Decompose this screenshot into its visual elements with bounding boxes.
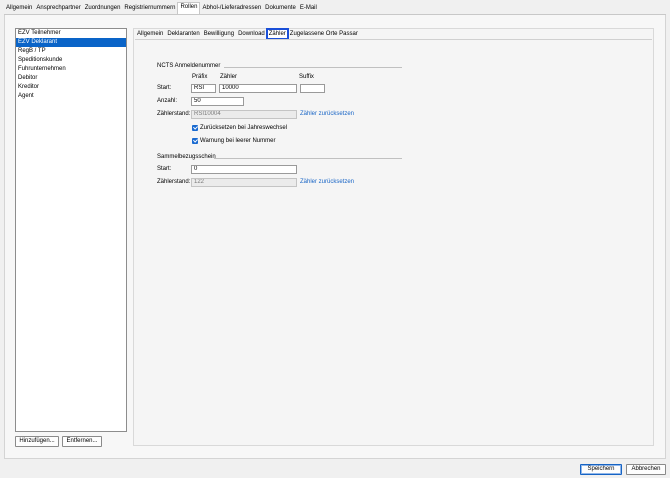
save-button[interactable]: Speichern — [580, 464, 622, 475]
cancel-button[interactable]: Abbrechen — [626, 464, 666, 475]
subtab-zaehler[interactable]: Zähler — [266, 29, 288, 39]
tab-rollen[interactable]: Rollen — [177, 2, 201, 14]
ncts-start-label: Start: — [157, 85, 172, 91]
tab-email[interactable]: E-Mail — [298, 3, 319, 14]
tab-allgemein[interactable]: Allgemein — [4, 3, 34, 14]
ncts-group-divider — [224, 67, 402, 68]
role-item-kreditor[interactable]: Kreditor — [16, 83, 126, 92]
subtab-divider — [135, 39, 652, 40]
tab-zuordnungen[interactable]: Zuordnungen — [83, 3, 123, 14]
reset-yearly-label: Zurücksetzen bei Jahreswechsel — [200, 125, 288, 131]
sammel-group-title: Sammelbezugsschein — [157, 154, 216, 160]
top-tab-bar: Allgemein Ansprechpartner Zuordnungen Re… — [4, 2, 319, 14]
ncts-counter-input[interactable]: 10000 — [219, 84, 297, 93]
checkbox-checked-icon — [192, 138, 198, 144]
subtab-bewilligung[interactable]: Bewilligung — [202, 29, 236, 39]
ncts-reset-counter-link[interactable]: Zähler zurücksetzen — [300, 110, 354, 119]
role-item-regb-tp[interactable]: RegB / TP — [16, 47, 126, 56]
sammel-state-label: Zählerstand: — [157, 179, 191, 185]
prefix-column-header: Präfix — [192, 74, 208, 80]
tab-dokumente[interactable]: Dokumente — [263, 3, 298, 14]
sub-tab-bar: Allgemein Deklaranten Bewilligung Downlo… — [135, 29, 360, 39]
sammel-start-label: Start: — [157, 166, 172, 172]
checkbox-checked-icon — [192, 125, 198, 131]
ncts-count-label: Anzahl: — [157, 98, 178, 104]
sammel-reset-counter-link[interactable]: Zähler zurücksetzen — [300, 178, 354, 187]
subtab-zugelassene-orte-passar[interactable]: Zugelassene Orte Passar — [288, 29, 360, 39]
add-role-button[interactable]: Hinzufügen... — [15, 436, 59, 447]
ncts-suffix-input[interactable] — [300, 84, 325, 93]
remove-role-button[interactable]: Entfernen... — [62, 436, 102, 447]
ncts-count-input[interactable]: 50 — [191, 97, 244, 106]
warn-empty-checkbox[interactable]: Warnung bei leerer Nummer — [192, 137, 275, 145]
ncts-prefix-input[interactable]: RSI — [191, 84, 216, 93]
tab-ansprechpartner[interactable]: Ansprechpartner — [34, 3, 82, 14]
ncts-group-title: NCTS Anmeldenummer — [157, 63, 221, 69]
sammel-state-field: 122 — [191, 178, 297, 187]
tab-abhol-lieferadressen[interactable]: Abhol-/Lieferadressen — [200, 3, 263, 14]
ncts-state-label: Zählerstand: — [157, 111, 191, 117]
role-item-debitor[interactable]: Debitor — [16, 74, 126, 83]
role-item-agent[interactable]: Agent — [16, 92, 126, 101]
subtab-download[interactable]: Download — [236, 29, 267, 39]
subtab-allgemein[interactable]: Allgemein — [135, 29, 165, 39]
subtab-deklaranten[interactable]: Deklaranten — [165, 29, 201, 39]
role-item-fuhrunternehmen[interactable]: Fuhrunternehmen — [16, 65, 126, 74]
counter-column-header: Zähler — [220, 74, 238, 80]
suffix-column-header: Suffix — [299, 74, 314, 80]
tab-registriernummern[interactable]: Registriernummern — [122, 3, 177, 14]
warn-empty-label: Warnung bei leerer Nummer — [200, 138, 276, 144]
sammel-group-divider — [214, 158, 402, 159]
ncts-state-field: RSI10004 — [191, 110, 297, 119]
role-item-ezv-deklarant[interactable]: EZV Deklarant — [16, 38, 126, 47]
role-item-ezv-teilnehmer[interactable]: EZV Teilnehmer — [16, 29, 126, 38]
roles-list[interactable]: EZV Teilnehmer EZV Deklarant RegB / TP S… — [15, 28, 127, 432]
sammel-start-input[interactable]: 0 — [191, 165, 297, 174]
reset-yearly-checkbox[interactable]: Zurücksetzen bei Jahreswechsel — [192, 124, 287, 132]
role-item-speditionskunde[interactable]: Speditionskunde — [16, 56, 126, 65]
